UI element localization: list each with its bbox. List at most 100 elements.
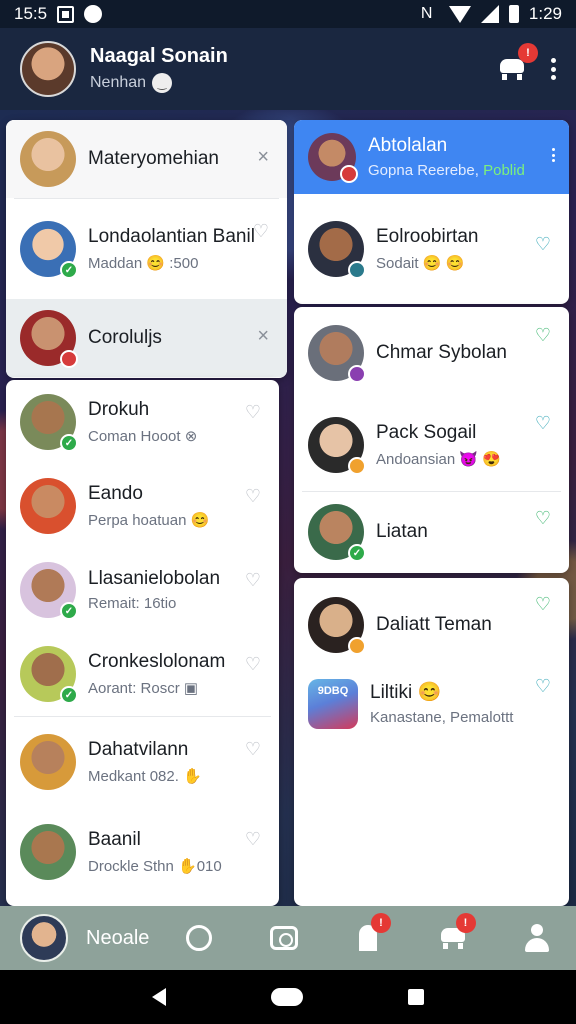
group-subtitle: Gopna Reerebe, (368, 162, 479, 180)
heart-icon[interactable]: ♡ (535, 413, 551, 434)
more-options-icon[interactable] (550, 58, 556, 80)
heart-icon[interactable]: ♡ (245, 486, 261, 507)
app-thumbnail: 9DBQ (308, 679, 358, 729)
chat-badge: ! (455, 913, 476, 933)
list-item[interactable]: ✓ Drokuh Coman Hooot ⊗ ♡ (6, 380, 279, 464)
avatar (308, 221, 366, 279)
avatar (20, 310, 78, 368)
item-subtitle: Remait: 16tio (88, 595, 177, 613)
close-icon[interactable]: × (257, 325, 269, 348)
nav-user-label: Neoale (86, 926, 150, 949)
profile-icon[interactable] (522, 923, 552, 953)
nfc-icon: N (420, 5, 433, 22)
item-subtitle: Andoansian 😈 😍 (376, 450, 501, 468)
avatar: ✓ (20, 221, 78, 279)
right-panel-middle: Chmar Sybolan ♡ Pack Sogail Andoansian 😈… (294, 307, 569, 573)
item-subtitle: Kanastane, Pemalottt (370, 709, 514, 727)
search-icon[interactable] (184, 923, 214, 953)
heart-icon[interactable]: ♡ (535, 508, 551, 529)
list-item[interactable]: 9DBQ Liltiki 😊 Kanastane, Pemalottt ♡ (294, 664, 569, 744)
bottom-nav: Neoale ! ! (0, 906, 576, 970)
left-panel-list: ✓ Drokuh Coman Hooot ⊗ ♡ Eando Perpa hoa… (6, 380, 279, 906)
heart-icon[interactable]: ♡ (245, 829, 261, 850)
list-item[interactable]: ✓ Cronkeslolonam Aorant: Roscr ▣ ♡ (6, 632, 279, 716)
heart-icon[interactable]: ♡ (245, 402, 261, 423)
status-dot-icon (348, 261, 366, 279)
group-header[interactable]: Abtolalan Gopna Reerebe, Poblid (294, 120, 569, 194)
heart-icon[interactable]: ♡ (535, 676, 551, 697)
list-item[interactable]: Baanil Drockle Sthn ✋010 ♡ (6, 807, 279, 897)
item-title: Daliatt Teman (376, 614, 492, 636)
list-item[interactable]: Dahatvilann Medkant 082. ✋ ♡ (6, 717, 279, 807)
chat-bot-icon[interactable]: ! (498, 43, 538, 81)
avatar (20, 824, 76, 880)
list-item[interactable]: Pack Sogail Andoansian 😈 😍 ♡ (294, 399, 569, 491)
heart-icon[interactable]: ♡ (253, 221, 269, 242)
home-badge: ! (371, 913, 391, 933)
avatar (308, 417, 366, 475)
camera-icon[interactable] (269, 923, 299, 953)
notification-badge: ! (518, 43, 538, 63)
heart-icon[interactable]: ♡ (245, 739, 261, 760)
status-dot-icon (340, 165, 358, 183)
item-title: Eolroobirtan (376, 226, 479, 248)
avatar (20, 734, 76, 790)
list-item[interactable]: ✓ Llasanielobolan Remait: 16tio ♡ (6, 548, 279, 632)
item-subtitle: Maddan 😊 :500 (88, 254, 199, 272)
heart-icon[interactable]: ♡ (535, 594, 551, 615)
status-dot-icon (60, 350, 78, 368)
status-check-icon: ✓ (60, 602, 78, 620)
recents-icon[interactable] (407, 989, 424, 1005)
list-item[interactable]: Chmar Sybolan ♡ (294, 307, 569, 399)
user-avatar[interactable] (20, 914, 68, 962)
item-subtitle: Medkant 082. ✋ (88, 767, 202, 785)
notification-icon (57, 5, 75, 23)
item-title: Baanil (88, 829, 141, 851)
system-nav-bar (0, 970, 576, 1024)
item-title: Londaolantian Banil (88, 226, 255, 248)
group-title: Abtolalan (368, 134, 448, 156)
avatar (308, 133, 358, 183)
item-title: Chmar Sybolan (376, 342, 507, 364)
messenger-icon (84, 5, 103, 23)
left-panel-top: Materyomehian × ✓ Londaolantian Banil Ma… (6, 120, 287, 378)
profile-avatar[interactable] (20, 41, 76, 97)
heart-icon[interactable]: ♡ (245, 654, 261, 675)
list-item[interactable]: Eando Perpa hoatuan 😊 ♡ (6, 464, 279, 548)
list-item[interactable]: Eolroobirtan Sodait 😊 😊 ♡ (294, 194, 569, 304)
chat-bot-icon[interactable]: ! (438, 913, 476, 953)
wifi-icon (448, 5, 471, 23)
close-icon[interactable]: × (257, 146, 269, 169)
item-title: Liltiki 😊 (370, 681, 442, 703)
battery-icon (508, 5, 519, 23)
status-bar: 15:5 N 1:29 (0, 0, 576, 28)
home-pill-icon[interactable] (270, 988, 303, 1006)
item-subtitle: Aorant: Roscr ▣ (88, 679, 199, 697)
item-title: Pack Sogail (376, 422, 477, 444)
list-item[interactable]: Coroluljs × (6, 299, 287, 377)
heart-icon[interactable]: ♡ (245, 570, 261, 591)
status-check-icon: ✓ (60, 434, 78, 452)
list-item[interactable]: ✓ Londaolantian Banil Maddan 😊 :500 ♡ (6, 199, 287, 299)
item-subtitle: Sodait 😊 😊 (376, 254, 465, 272)
group-more-icon[interactable] (551, 148, 555, 162)
profile-status: Nenhan (90, 74, 147, 91)
back-icon[interactable] (152, 988, 167, 1006)
avatar (20, 478, 76, 534)
cell-signal-icon (480, 5, 499, 23)
profile-name: Naagal Sonain (90, 45, 228, 67)
list-item[interactable]: Materyomehian × (6, 120, 287, 198)
status-time-right: 1:29 (528, 4, 562, 23)
item-title: Dahatvilann (88, 739, 189, 761)
right-panel-bottom: Daliatt Teman ♡ 9DBQ Liltiki 😊 Kanastane… (294, 578, 569, 906)
group-tag: Poblid (483, 162, 525, 180)
status-dot-icon (348, 637, 366, 655)
avatar: ✓ (308, 504, 366, 562)
item-subtitle: Coman Hooot ⊗ (88, 427, 198, 445)
heart-icon[interactable]: ♡ (535, 325, 551, 346)
list-item[interactable]: ✓ Liatan ♡ (294, 492, 569, 572)
status-emoji-icon: ‿ (152, 73, 173, 93)
list-item[interactable]: Daliatt Teman ♡ (294, 578, 569, 664)
heart-icon[interactable]: ♡ (535, 234, 551, 255)
home-icon[interactable]: ! (353, 913, 391, 953)
